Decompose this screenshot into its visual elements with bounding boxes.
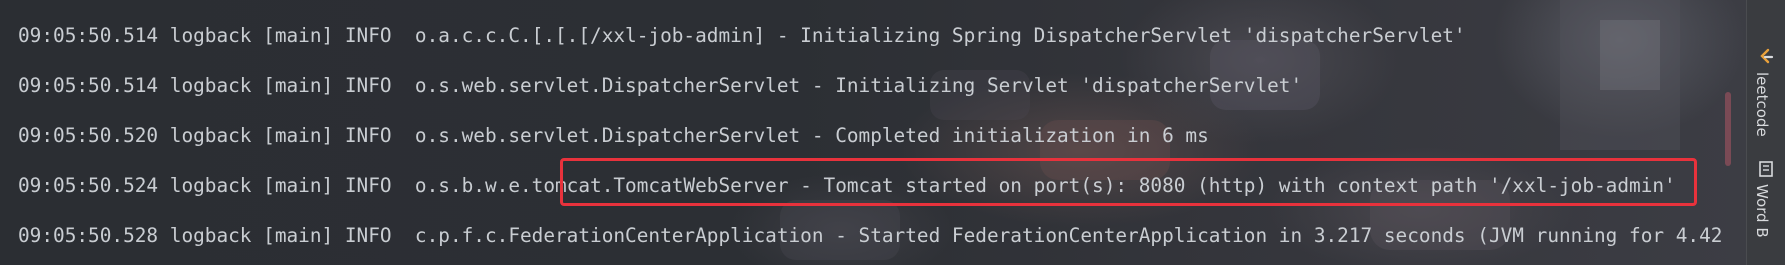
log-line: 09:05:50.514 logback [main] INFO o.a.c.c… [18,24,1466,47]
side-tool-panel: leetcode Word B [1746,0,1785,265]
log-line: 09:05:50.520 logback [main] INFO o.s.web… [18,124,1209,147]
background-building [1560,0,1680,150]
console-output: 09:05:50.514 logback [main] INFO o.a.c.c… [0,0,1746,265]
log-line: 09:05:50.528 logback [main] INFO c.p.f.c… [18,224,1723,247]
highlight-box [560,158,1697,206]
leetcode-icon[interactable] [1757,48,1775,66]
word-book-icon[interactable] [1757,160,1775,178]
tab-leetcode[interactable]: leetcode [1753,72,1771,137]
background-building [1600,20,1660,90]
log-line: 09:05:50.514 logback [main] INFO o.s.web… [18,74,1303,97]
tab-word-book[interactable]: Word B [1753,184,1771,238]
scrollbar-thumb[interactable] [1725,92,1731,166]
